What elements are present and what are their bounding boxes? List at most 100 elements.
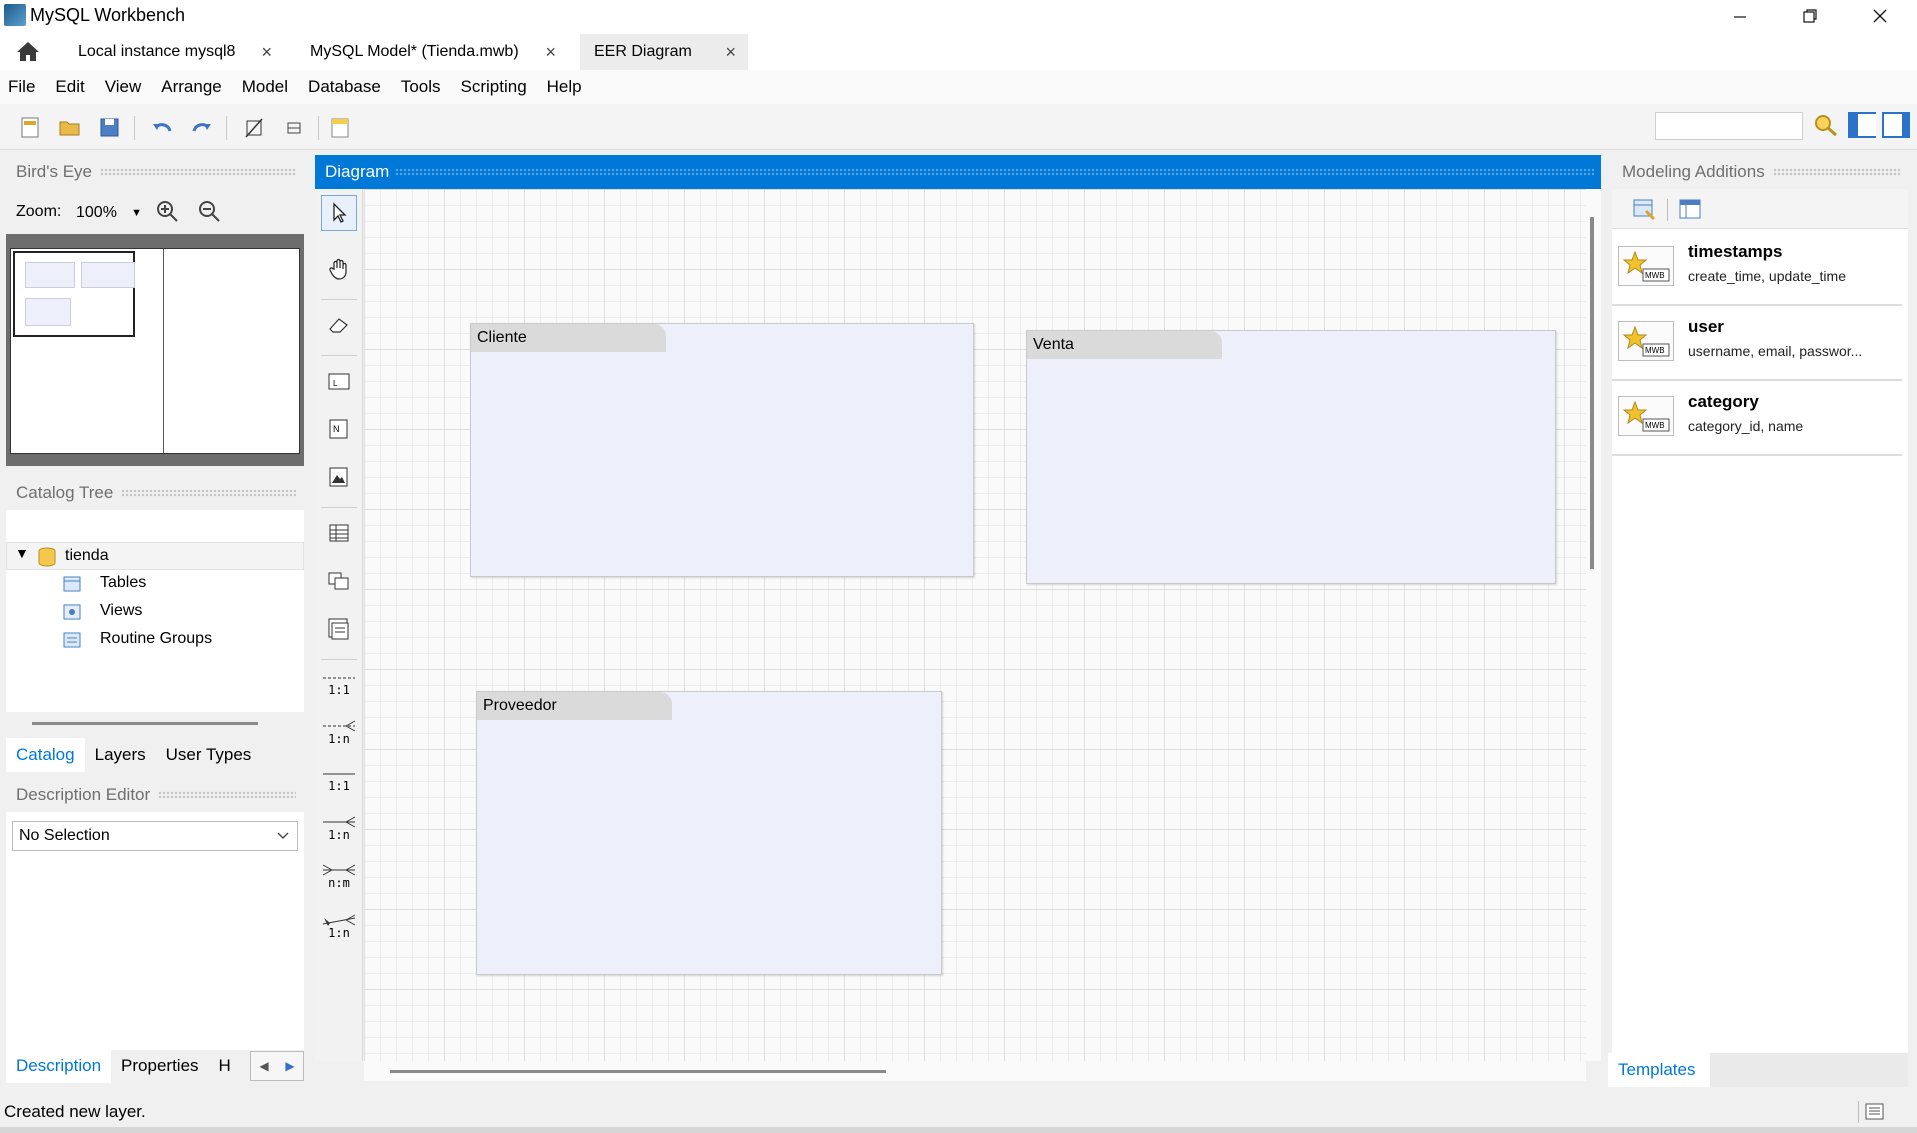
relationship-1-n-tool[interactable]: 1:n: [321, 811, 357, 847]
open-folder-icon: [59, 121, 80, 136]
relationship-crowfoot-icon: [323, 720, 356, 732]
relationship-line-icon: [323, 677, 355, 679]
home-tab[interactable]: [12, 36, 44, 66]
scroll-right-icon[interactable]: ▶: [285, 1059, 294, 1073]
tree-hscroll-thumb[interactable]: [32, 722, 258, 725]
menu-tools[interactable]: Tools: [401, 77, 441, 97]
relationship-1-1-tool[interactable]: 1:1: [321, 763, 357, 799]
relationship-label: 1:n: [328, 732, 350, 746]
layer-proveedor[interactable]: Proveedor: [476, 691, 942, 975]
selection-dropdown[interactable]: No Selection: [12, 821, 298, 851]
toolbar-search-input[interactable]: [1655, 112, 1803, 140]
layer-icon: L: [328, 373, 350, 390]
svg-text:MWB: MWB: [1645, 346, 1665, 355]
image-tool[interactable]: [321, 459, 357, 495]
tab-properties[interactable]: Properties: [111, 1049, 208, 1083]
template-item-user[interactable]: MWB user username, email, passwor...: [1614, 309, 1898, 381]
close-tab-icon[interactable]: ×: [725, 42, 736, 63]
dropdown-arrow-icon: ▼: [131, 207, 142, 219]
template-item-timestamps[interactable]: MWB timestamps create_time, update_time: [1614, 234, 1898, 306]
tab-local-instance[interactable]: Local instance mysql8 ×: [64, 34, 284, 70]
search-options-button[interactable]: [1812, 112, 1840, 138]
birds-eye-title: Bird's Eye: [16, 162, 92, 181]
hand-tool[interactable]: [321, 251, 357, 287]
toggle-right-sidebar-button[interactable]: [1882, 112, 1910, 138]
zoom-out-button[interactable]: [196, 198, 222, 229]
menu-help[interactable]: Help: [547, 77, 582, 97]
tab-mysql-model[interactable]: MySQL Model* (Tienda.mwb) ×: [296, 34, 568, 70]
edit-templates-button[interactable]: [1678, 197, 1704, 226]
routine-group-tool[interactable]: [321, 611, 357, 647]
relationship-1-1-identifying-tool[interactable]: 1:1: [321, 667, 357, 703]
minimize-button[interactable]: [1705, 0, 1775, 32]
add-template-button[interactable]: [1632, 197, 1658, 226]
zoom-in-button[interactable]: [154, 198, 180, 229]
svg-text:N: N: [333, 424, 340, 434]
menu-arrange[interactable]: Arrange: [161, 77, 221, 97]
template-item-category[interactable]: MWB category category_id, name: [1614, 384, 1898, 456]
redo-button[interactable]: [188, 114, 216, 140]
menu-view[interactable]: View: [105, 77, 142, 97]
menu-model[interactable]: Model: [242, 77, 288, 97]
toggle-left-sidebar-button[interactable]: [1848, 112, 1876, 138]
close-tab-icon[interactable]: ×: [261, 42, 272, 63]
text-note-tool[interactable]: N: [321, 411, 357, 447]
birds-eye-view[interactable]: [6, 234, 304, 466]
diagram-vertical-scrollbar[interactable]: [1586, 189, 1601, 1061]
eraser-tool[interactable]: [321, 307, 357, 343]
relationship-1-n-identifying-tool[interactable]: 1:n: [321, 715, 357, 751]
zoom-in-icon: [157, 201, 178, 222]
new-note-button[interactable]: [326, 114, 354, 140]
menu-edit[interactable]: Edit: [55, 77, 84, 97]
close-tab-icon[interactable]: ×: [545, 42, 556, 63]
undo-button[interactable]: [148, 114, 176, 140]
catalog-tree-title: Catalog Tree: [16, 483, 114, 502]
note-icon: N: [329, 419, 348, 439]
expand-triangle-icon[interactable]: ▼: [15, 545, 29, 561]
diagram-canvas[interactable]: Cliente Venta Proveedor: [364, 189, 1586, 1061]
relationship-existing-columns-tool[interactable]: 1:n: [321, 909, 357, 945]
image-icon: [329, 467, 348, 487]
close-window-button[interactable]: [1845, 0, 1915, 32]
layer-cliente[interactable]: Cliente: [470, 323, 974, 577]
restore-button[interactable]: [1775, 0, 1845, 32]
relationship-n-m-tool[interactable]: n:m: [321, 859, 357, 895]
zoom-select[interactable]: 100% ▼: [70, 200, 148, 226]
star-mwb-icon: MWB: [1618, 396, 1674, 436]
mini-layer: [25, 262, 75, 288]
template-description: create_time, update_time: [1688, 268, 1846, 284]
scroll-left-icon[interactable]: ◀: [259, 1059, 268, 1073]
open-model-button[interactable]: [56, 114, 84, 140]
star-mwb-icon: MWB: [1618, 321, 1674, 361]
tab-user-types[interactable]: User Types: [156, 738, 262, 772]
layer-title: Cliente: [471, 324, 666, 352]
tab-templates[interactable]: Templates: [1608, 1053, 1710, 1087]
toggle-grid-button[interactable]: [240, 114, 268, 140]
tab-history[interactable]: H: [209, 1049, 233, 1083]
tab-label: MySQL Model* (Tienda.mwb): [310, 43, 519, 60]
diagram-horizontal-scrollbar[interactable]: [364, 1061, 1586, 1081]
save-model-button[interactable]: [96, 114, 124, 140]
menu-scripting[interactable]: Scripting: [461, 77, 527, 97]
menu-file[interactable]: File: [8, 77, 35, 97]
view-tool[interactable]: [321, 563, 357, 599]
document-tab-bar: Local instance mysql8 × MySQL Model* (Ti…: [0, 32, 1917, 70]
select-tool[interactable]: [321, 195, 357, 231]
new-model-button[interactable]: [16, 114, 44, 140]
tab-catalog[interactable]: Catalog: [6, 738, 85, 772]
tab-layers[interactable]: Layers: [85, 738, 156, 772]
table-tool[interactable]: [321, 515, 357, 551]
zoom-bar: Zoom: 100% ▼: [6, 192, 304, 234]
tab-eer-diagram[interactable]: EER Diagram ×: [580, 34, 748, 70]
tree-item-schema[interactable]: ▼ tienda: [6, 542, 304, 570]
layer-venta[interactable]: Venta: [1026, 330, 1556, 584]
tab-scroll-buttons: ◀ ▶: [250, 1051, 304, 1081]
diagram-title: Diagram: [325, 162, 390, 181]
output-toggle-button[interactable]: [1864, 1102, 1886, 1127]
layer-tool[interactable]: L: [321, 363, 357, 399]
pointer-icon: [333, 202, 347, 223]
menu-database[interactable]: Database: [308, 77, 381, 97]
toggle-page-grid-button[interactable]: [280, 114, 308, 140]
tab-description[interactable]: Description: [6, 1049, 112, 1083]
title-bar: MySQL Workbench: [0, 0, 1917, 32]
